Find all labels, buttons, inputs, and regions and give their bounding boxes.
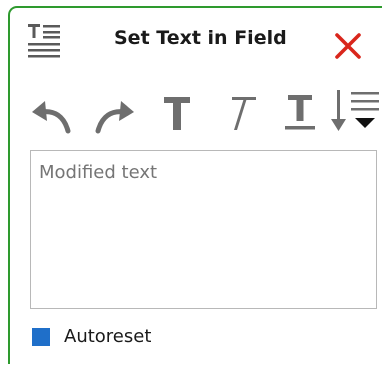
italic-icon xyxy=(232,97,256,130)
line-spacing-dropdown[interactable] xyxy=(330,86,386,136)
text-field-input[interactable] xyxy=(30,150,377,309)
redo-icon xyxy=(95,101,134,134)
redo-button[interactable] xyxy=(92,86,138,136)
bold-button[interactable] xyxy=(162,86,192,136)
text-align-icon xyxy=(24,20,64,60)
close-icon[interactable] xyxy=(331,29,365,63)
autoreset-checkbox[interactable]: Autoreset xyxy=(32,326,151,348)
underline-button[interactable] xyxy=(283,86,317,136)
underline-icon xyxy=(285,95,315,130)
line-spacing-dropdown-icon xyxy=(331,90,379,131)
italic-button[interactable] xyxy=(224,86,258,136)
undo-button[interactable] xyxy=(28,86,74,136)
dialog-title: Set Text in Field xyxy=(114,27,287,49)
checkbox-checked-icon[interactable] xyxy=(32,328,50,346)
bold-icon xyxy=(164,97,190,130)
autoreset-label: Autoreset xyxy=(64,326,152,347)
undo-icon xyxy=(32,101,71,134)
